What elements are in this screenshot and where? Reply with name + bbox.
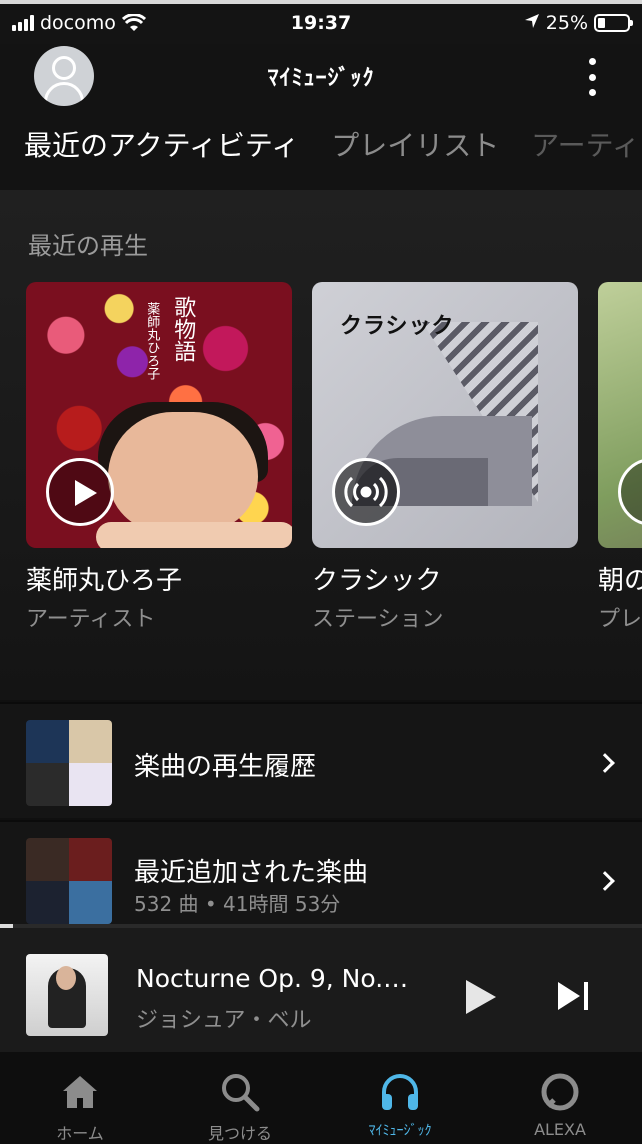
page-title: ﾏｲﾐｭｰｼﾞｯｸ xyxy=(267,66,375,91)
card-title: クラシック xyxy=(312,566,442,596)
status-bar: docomo 19:37 25% xyxy=(0,0,642,44)
nav-discover[interactable]: 見つける xyxy=(160,1070,320,1144)
row-title: 最近追加された楽曲 xyxy=(134,858,369,888)
nav-my-music[interactable]: ﾏｲﾐｭｰｼﾞｯｸ xyxy=(320,1070,480,1140)
recently-played-section: 最近の再生 歌物語 薬師丸ひろ子 薬師丸ひろ子 アーティスト クラシック クラシ… xyxy=(0,190,642,700)
chevron-right-icon xyxy=(595,871,615,891)
card-title: 朝の xyxy=(598,566,642,596)
card-subtitle: プレ xyxy=(598,607,642,632)
recently-added-thumbnail xyxy=(26,838,112,924)
play-button[interactable] xyxy=(466,980,496,1014)
nav-label: ホーム xyxy=(56,1124,104,1143)
card-subtitle: アーティスト xyxy=(26,607,156,632)
tab-recent-activity[interactable]: 最近のアクティビティ xyxy=(24,124,299,164)
more-options-icon[interactable] xyxy=(586,58,598,96)
card-title: 薬師丸ひろ子 xyxy=(26,566,183,596)
now-playing-artist: ジョシュア・ベル xyxy=(136,1008,312,1033)
battery-icon xyxy=(594,14,633,32)
station-radio-icon[interactable] xyxy=(332,458,400,526)
home-icon xyxy=(0,1070,160,1114)
artwork-subtitle: 薬師丸ひろ子 xyxy=(144,302,160,380)
recent-card-playlist[interactable]: 朝の プレ xyxy=(598,282,642,633)
artwork-title: 歌物語 xyxy=(170,296,196,362)
search-icon xyxy=(160,1070,320,1114)
status-right: 25% xyxy=(524,12,633,34)
now-playing-bar[interactable]: Nocturne Op. 9, No.… ジョシュア・ベル xyxy=(0,928,642,1052)
card-subtitle: ステーション xyxy=(312,607,444,632)
recent-card-station[interactable]: クラシック クラシック ステーション xyxy=(312,282,578,633)
alexa-icon xyxy=(480,1070,640,1114)
station-artwork[interactable]: クラシック xyxy=(312,282,578,548)
category-tabs: 最近のアクティビティ プレイリスト アーティ xyxy=(24,124,640,164)
nav-home[interactable]: ホーム xyxy=(0,1070,160,1144)
row-subtitle: 532 曲 • 41時間 53分 xyxy=(134,892,341,916)
tab-playlists[interactable]: プレイリスト xyxy=(331,124,499,164)
playlist-artwork[interactable] xyxy=(598,282,642,548)
row-title: 楽曲の再生履歴 xyxy=(134,752,317,782)
now-playing-artwork[interactable] xyxy=(26,954,108,1036)
history-thumbnail xyxy=(26,720,112,806)
chevron-right-icon xyxy=(595,753,615,773)
recent-card-artist[interactable]: 歌物語 薬師丸ひろ子 薬師丸ひろ子 アーティスト xyxy=(26,282,292,633)
recent-carousel[interactable]: 歌物語 薬師丸ひろ子 薬師丸ひろ子 アーティスト クラシック クラシック ステー… xyxy=(26,282,642,633)
header: ﾏｲﾐｭｰｼﾞｯｸ 最近のアクティビティ プレイリスト アーティ xyxy=(0,44,642,190)
location-arrow-icon xyxy=(524,12,540,34)
nav-label: ALEXA xyxy=(534,1120,586,1139)
recently-added-row[interactable]: 最近追加された楽曲 532 曲 • 41時間 53分 xyxy=(0,820,642,924)
nav-alexa[interactable]: ALEXA xyxy=(480,1070,640,1139)
section-title: 最近の再生 xyxy=(28,232,148,260)
bottom-navigation: ホーム 見つける ﾏｲﾐｭｰｼﾞｯｸ ALEXA xyxy=(0,1052,642,1144)
artwork-title: クラシック xyxy=(340,314,455,339)
play-icon[interactable] xyxy=(618,458,642,526)
artist-artwork[interactable]: 歌物語 薬師丸ひろ子 xyxy=(26,282,292,548)
history-row[interactable]: 楽曲の再生履歴 xyxy=(0,702,642,818)
tab-artists[interactable]: アーティ xyxy=(531,124,640,164)
headphones-icon xyxy=(320,1070,480,1114)
play-icon[interactable] xyxy=(46,458,114,526)
battery-percent: 25% xyxy=(545,12,588,34)
nav-label: 見つける xyxy=(207,1124,272,1143)
now-playing-title: Nocturne Op. 9, No.… xyxy=(136,964,409,993)
skip-next-button[interactable] xyxy=(558,982,588,1010)
nav-label: ﾏｲﾐｭｰｼﾞｯｸ xyxy=(368,1123,432,1139)
